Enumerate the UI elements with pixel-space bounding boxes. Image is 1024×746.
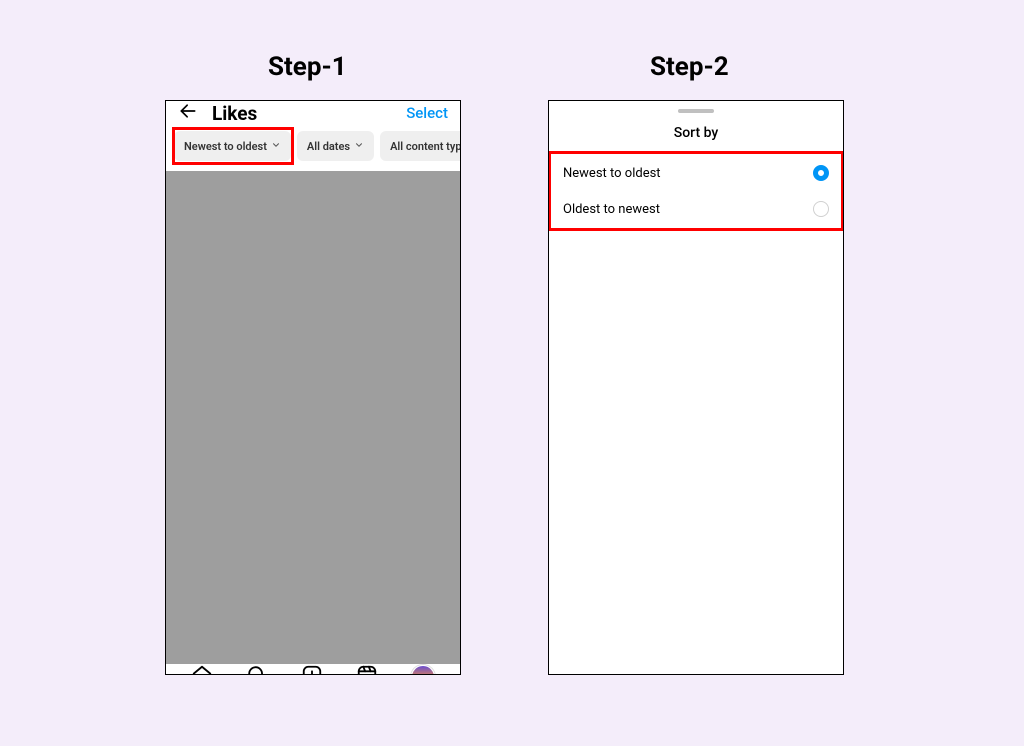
grid-cell[interactable] — [166, 567, 263, 664]
search-icon[interactable] — [246, 664, 268, 675]
sort-option-newest[interactable]: Newest to oldest — [549, 155, 843, 191]
step1-label: Step-1 — [268, 52, 347, 82]
grid-cell[interactable] — [363, 567, 460, 664]
grid-cell[interactable] — [166, 171, 263, 268]
grid-cell[interactable] — [363, 270, 460, 367]
likes-grid[interactable] — [166, 171, 460, 664]
create-post-icon[interactable] — [301, 664, 323, 675]
sort-options: Newest to oldest Oldest to newest — [549, 155, 843, 227]
types-filter-chip[interactable]: All content types — [380, 131, 461, 161]
sheet-handle-row — [549, 101, 843, 121]
sort-filter-label: Newest to oldest — [184, 140, 267, 153]
grid-cell[interactable] — [265, 567, 362, 664]
page-title: Likes — [212, 102, 257, 125]
grid-cell[interactable] — [363, 468, 460, 565]
home-icon[interactable] — [191, 664, 213, 675]
drag-handle-icon[interactable] — [678, 109, 714, 113]
likes-header: Likes Select — [166, 101, 460, 125]
radio-unselected-icon[interactable] — [813, 201, 829, 217]
phone-step2: Sort by Newest to oldest Oldest to newes… — [548, 100, 844, 675]
option-label: Newest to oldest — [563, 166, 661, 181]
grid-cell[interactable] — [265, 171, 362, 268]
grid-cell[interactable] — [166, 369, 263, 466]
select-button[interactable]: Select — [406, 104, 448, 122]
grid-cell[interactable] — [265, 369, 362, 466]
grid-cell[interactable] — [166, 270, 263, 367]
grid-cell[interactable] — [363, 171, 460, 268]
types-filter-label: All content types — [390, 140, 461, 153]
radio-selected-icon[interactable] — [813, 165, 829, 181]
phone-step1: Likes Select Newest to oldest All dates … — [165, 100, 461, 675]
dates-filter-label: All dates — [307, 140, 350, 153]
chevron-down-icon — [271, 140, 281, 153]
sort-option-oldest[interactable]: Oldest to newest — [549, 191, 843, 227]
bottom-nav — [166, 664, 460, 675]
chevron-down-icon — [354, 140, 364, 153]
step2-label: Step-2 — [650, 52, 729, 82]
dates-filter-chip[interactable]: All dates — [297, 131, 374, 161]
grid-cell[interactable] — [363, 369, 460, 466]
sort-filter-chip[interactable]: Newest to oldest — [174, 131, 291, 161]
filter-row: Newest to oldest All dates All content t… — [166, 125, 460, 171]
option-label: Oldest to newest — [563, 202, 660, 217]
back-arrow-icon[interactable] — [178, 101, 198, 125]
grid-cell[interactable] — [265, 468, 362, 565]
sort-by-title: Sort by — [549, 121, 843, 155]
profile-avatar[interactable] — [411, 665, 435, 675]
grid-cell[interactable] — [166, 468, 263, 565]
grid-cell[interactable] — [265, 270, 362, 367]
reels-icon[interactable] — [356, 664, 378, 675]
